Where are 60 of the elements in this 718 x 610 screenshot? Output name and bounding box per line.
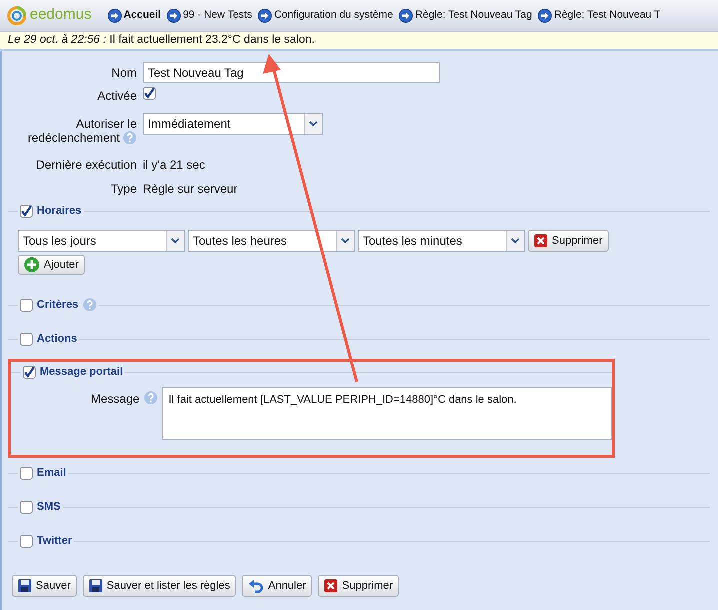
arrow-circle-icon (108, 8, 122, 22)
section-title: Email (37, 466, 66, 481)
arrow-circle-icon (538, 8, 552, 22)
help-icon[interactable] (144, 391, 158, 405)
checkbox[interactable] (20, 204, 33, 218)
arrow-circle-icon (258, 8, 272, 22)
checkbox[interactable] (20, 534, 33, 548)
checkbox[interactable] (20, 466, 33, 480)
help-icon[interactable] (123, 131, 137, 145)
breadcrumb-link[interactable]: 99 - New Tests (167, 8, 252, 24)
action-button[interactable]: Supprimer (318, 575, 400, 597)
last-run-value: il y'a 21 sec (143, 157, 206, 174)
section-title: Message portail (40, 364, 124, 380)
dropdown[interactable]: Tous les jours (18, 230, 185, 252)
breadcrumb-link[interactable]: Règle: Test Nouveau T (538, 8, 661, 24)
section-title: Actions (37, 332, 78, 347)
breadcrumb-link[interactable]: Accueil (108, 8, 162, 24)
notice-text: Le 29 oct. à 22:56 : Il fait actuellement 23.2°C dans le salon. (8, 32, 315, 48)
retrigger-dropdown[interactable]: Immédiatement (143, 113, 323, 135)
section-title: SMS (37, 500, 61, 515)
logo-icon (7, 6, 27, 26)
field-label: Activée (98, 88, 137, 105)
name-field[interactable]: Test Nouveau Tag (143, 62, 440, 83)
field-label: Dernière exécution (36, 157, 137, 174)
action-button[interactable]: Sauver et lister les règles (82, 575, 236, 597)
checkbox[interactable] (20, 500, 33, 514)
arrow-circle-icon (167, 8, 182, 22)
message-field[interactable]: Il fait actuellement [LAST_VALUE PERIPH_ID=14880]°C dans le salon. (162, 387, 612, 440)
caret-icon (309, 121, 318, 127)
breadcrumb-link[interactable]: Règle: Test Nouveau Tag (399, 8, 532, 24)
breadcrumb-link[interactable]: Configuration du système (258, 8, 394, 24)
caret-icon (341, 238, 350, 244)
checkbox[interactable] (143, 87, 156, 100)
dropdown[interactable]: Toutes les minutes (358, 230, 525, 252)
section-title: Twitter (37, 534, 72, 549)
undo-icon (248, 579, 264, 593)
checkbox[interactable] (20, 332, 33, 346)
action-button[interactable]: Sauver (12, 575, 77, 597)
help-icon[interactable] (82, 298, 97, 312)
caret-icon (171, 238, 180, 244)
delete-icon (324, 579, 338, 593)
field-label: Autoriser le (76, 117, 137, 131)
section-title: Horaires (37, 204, 82, 219)
field-label: Nom (112, 64, 137, 82)
checkbox[interactable] (23, 366, 36, 378)
type-value: Règle sur serveur (143, 181, 238, 198)
logo-text: eedomus (30, 5, 92, 26)
section-title: Critères (37, 298, 79, 313)
checkbox[interactable] (20, 298, 33, 312)
add-button[interactable]: Ajouter (18, 255, 85, 275)
action-button[interactable]: Annuler (242, 575, 312, 597)
remove-button[interactable]: Supprimer (528, 230, 609, 252)
arrow-circle-icon (399, 8, 414, 22)
field-label: Message (91, 391, 140, 408)
delete-icon (534, 234, 548, 248)
dropdown[interactable]: Toutes les heures (188, 230, 355, 252)
field-label: Type (110, 181, 137, 198)
add-icon (24, 257, 40, 273)
field-label: redéclenchement (28, 131, 120, 145)
caret-icon (511, 238, 520, 244)
